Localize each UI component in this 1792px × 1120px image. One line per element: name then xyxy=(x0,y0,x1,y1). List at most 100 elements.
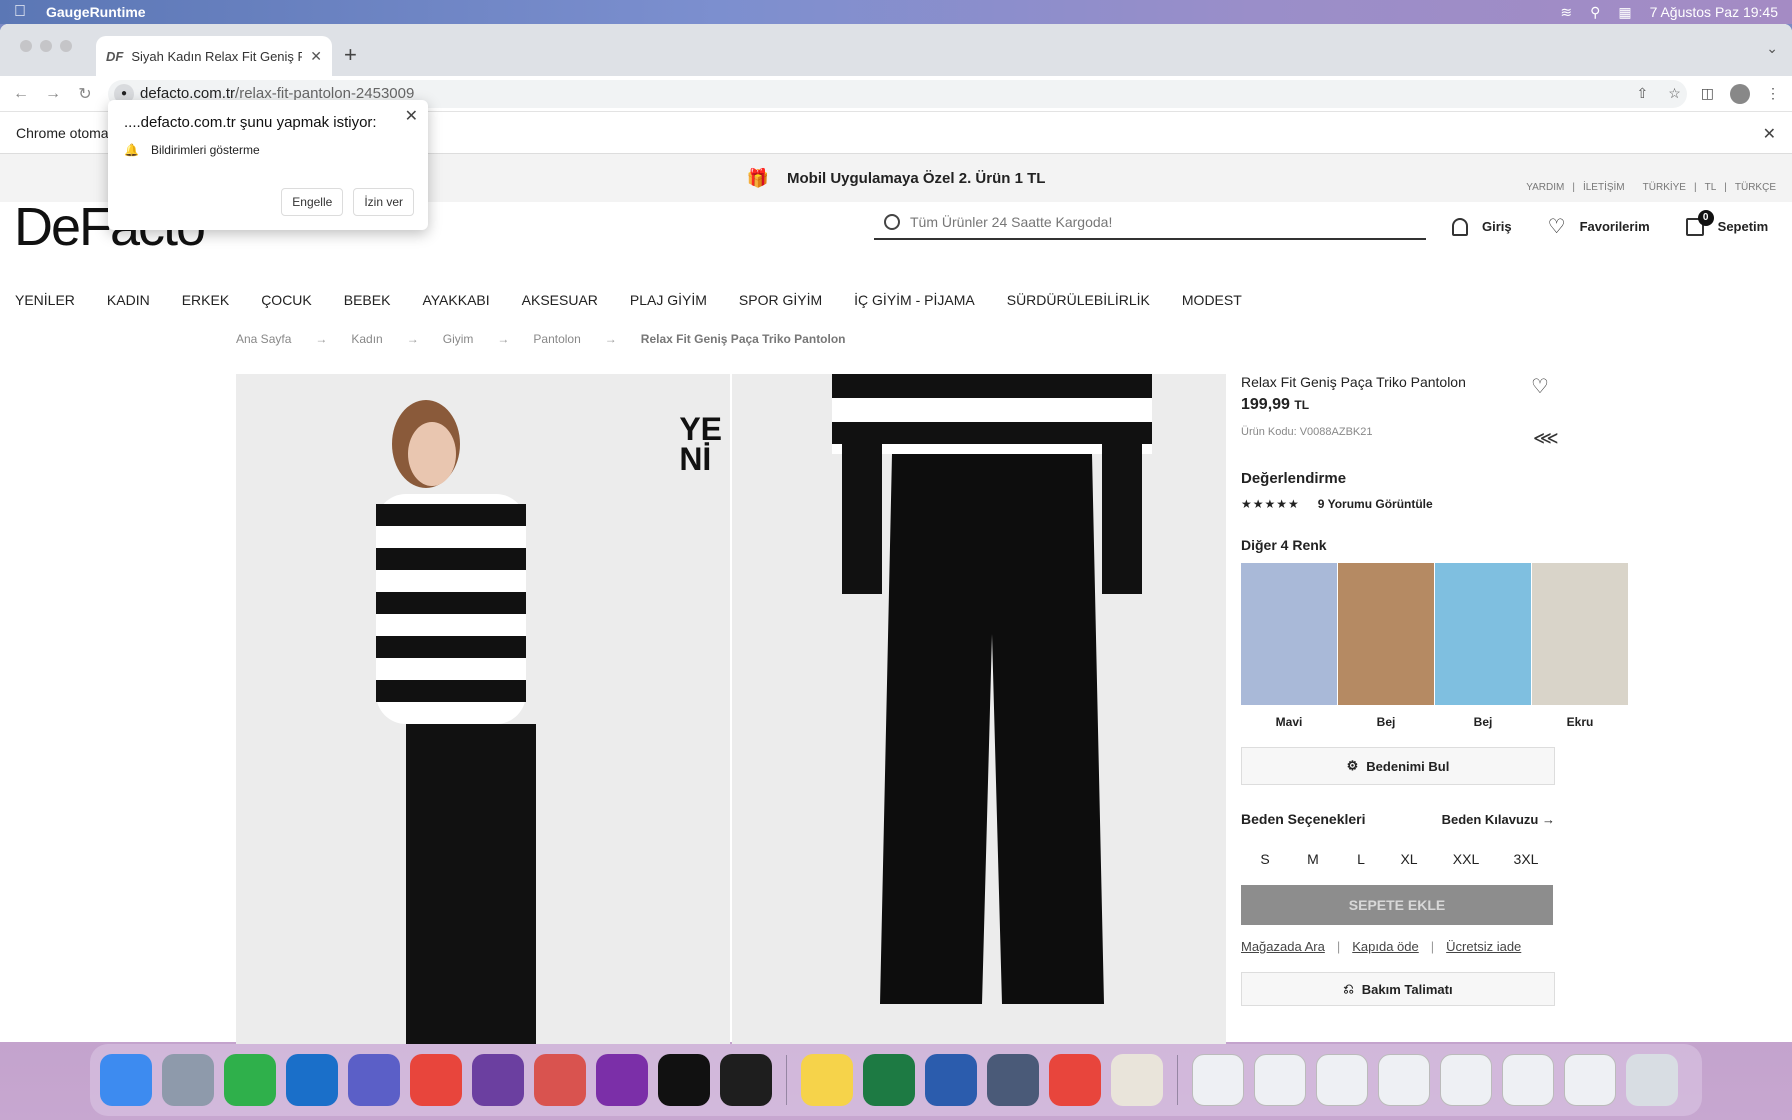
cart-button[interactable]: 0 Sepetim xyxy=(1685,209,1768,236)
contact-link[interactable]: İLETİŞİM xyxy=(1583,182,1625,193)
dock-window-thumbnail[interactable] xyxy=(1316,1054,1368,1106)
infobar-close-icon[interactable]: ✕ xyxy=(1763,124,1776,144)
find-size-button[interactable]: ⚙ Bedenimi Bul xyxy=(1241,747,1555,785)
nav-item[interactable]: YENİLER xyxy=(15,292,75,308)
dock-app-icon[interactable] xyxy=(987,1054,1039,1106)
country-link[interactable]: TÜRKİYE xyxy=(1643,182,1686,193)
back-icon[interactable]: ← xyxy=(12,85,30,103)
favorites-button[interactable]: ♡ Favorilerim xyxy=(1548,214,1650,239)
nav-item[interactable]: İÇ GİYİM - PİJAMA xyxy=(854,292,975,308)
dock-app-icon[interactable] xyxy=(720,1054,772,1106)
dock-window-thumbnail[interactable] xyxy=(1564,1054,1616,1106)
dock-app-icon[interactable] xyxy=(534,1054,586,1106)
size-option[interactable]: 3XL xyxy=(1499,841,1553,877)
currency-link[interactable]: TL xyxy=(1705,182,1717,193)
add-favorite-heart-icon[interactable]: ♡ xyxy=(1531,374,1549,399)
profile-avatar[interactable] xyxy=(1730,83,1750,104)
color-swatch[interactable]: Mavi xyxy=(1241,563,1337,729)
size-guide-link[interactable]: Beden Kılavuzu → xyxy=(1442,812,1555,827)
dock-app-icon[interactable] xyxy=(286,1054,338,1106)
dock-app-icon[interactable] xyxy=(658,1054,710,1106)
breadcrumb-item[interactable]: Giyim xyxy=(443,332,474,346)
product-photo-2[interactable] xyxy=(732,374,1226,1044)
block-button[interactable]: Engelle xyxy=(281,188,344,216)
dock-app-icon[interactable] xyxy=(596,1054,648,1106)
dock-app-icon[interactable] xyxy=(925,1054,977,1106)
dock-window-thumbnail[interactable] xyxy=(1502,1054,1554,1106)
dock-window-thumbnail[interactable] xyxy=(1192,1054,1244,1106)
share-icon[interactable]: ⋘ xyxy=(1533,428,1559,449)
price-value: 199,99 xyxy=(1241,396,1290,413)
forward-icon[interactable]: → xyxy=(44,85,62,103)
active-app-name[interactable]: GaugeRuntime xyxy=(46,4,146,20)
trash-icon[interactable] xyxy=(1626,1054,1678,1106)
breadcrumb-item[interactable]: Pantolon xyxy=(533,332,580,346)
add-to-cart-button[interactable]: SEPETE EKLE xyxy=(1241,885,1553,925)
nav-item[interactable]: AYAKKABI xyxy=(422,292,489,308)
breadcrumb-item[interactable]: Ana Sayfa xyxy=(236,332,291,346)
nav-item[interactable]: ERKEK xyxy=(182,292,229,308)
allow-button[interactable]: İzin ver xyxy=(353,188,414,216)
product-photo-1[interactable]: YE Nİ xyxy=(236,374,730,1044)
close-tab-icon[interactable]: ✕ xyxy=(310,48,322,65)
color-swatch[interactable]: Bej xyxy=(1435,563,1531,729)
dock-app-icon[interactable] xyxy=(100,1054,152,1106)
dock-app-icon[interactable] xyxy=(1111,1054,1163,1106)
nav-item[interactable]: KADIN xyxy=(107,292,150,308)
dock-app-icon[interactable] xyxy=(162,1054,214,1106)
store-search-link[interactable]: Mağazada Ara xyxy=(1241,939,1325,954)
size-option[interactable]: XL xyxy=(1385,841,1433,877)
more-menu-icon[interactable]: ⋮ xyxy=(1766,85,1780,102)
dock-app-icon[interactable] xyxy=(1049,1054,1101,1106)
zoom-window-button[interactable] xyxy=(60,40,72,52)
size-option[interactable]: M xyxy=(1289,841,1337,877)
wifi-icon[interactable]: ≋ xyxy=(1560,4,1572,21)
breadcrumb-item[interactable]: Kadın xyxy=(351,332,382,346)
language-link[interactable]: TÜRKÇE xyxy=(1735,182,1776,193)
nav-item[interactable]: ÇOCUK xyxy=(261,292,312,308)
nav-item[interactable]: SPOR GİYİM xyxy=(739,292,822,308)
reviews-link[interactable]: 9 Yorumu Görüntüle xyxy=(1318,497,1433,511)
login-label: Giriş xyxy=(1482,219,1512,234)
nav-item[interactable]: BEBEK xyxy=(344,292,391,308)
share-page-icon[interactable]: ⇧ xyxy=(1636,85,1648,102)
tab-search-chevron-icon[interactable]: ⌄ xyxy=(1766,40,1778,57)
nav-item[interactable]: AKSESUAR xyxy=(522,292,598,308)
dock-app-icon[interactable] xyxy=(863,1054,915,1106)
dock-app-icon[interactable] xyxy=(801,1054,853,1106)
dock-app-icon[interactable] xyxy=(472,1054,524,1106)
size-option[interactable]: L xyxy=(1337,841,1385,877)
login-button[interactable]: Giriş xyxy=(1452,217,1512,236)
nav-item[interactable]: MODEST xyxy=(1182,292,1242,308)
dock-app-icon[interactable] xyxy=(348,1054,400,1106)
apple-icon[interactable]:  xyxy=(14,3,26,21)
nav-item[interactable]: PLAJ GİYİM xyxy=(630,292,707,308)
side-panel-icon[interactable]: ◫ xyxy=(1701,85,1714,102)
new-tab-icon[interactable]: + xyxy=(344,42,357,68)
help-link[interactable]: YARDIM xyxy=(1526,182,1564,193)
color-swatch[interactable]: Bej xyxy=(1338,563,1434,729)
nav-item[interactable]: SÜRDÜRÜLEBİLİRLİK xyxy=(1007,292,1150,308)
reload-icon[interactable]: ↻ xyxy=(76,84,94,104)
dock-window-thumbnail[interactable] xyxy=(1440,1054,1492,1106)
dock-window-thumbnail[interactable] xyxy=(1378,1054,1430,1106)
bookmark-star-icon[interactable]: ☆ xyxy=(1668,85,1681,102)
care-instructions-button[interactable]: ⎌ Bakım Talimatı xyxy=(1241,972,1555,1006)
clock[interactable]: 7 Ağustos Paz 19:45 xyxy=(1650,4,1778,20)
search-icon[interactable]: ⚲ xyxy=(1590,4,1600,21)
colors-title: Diğer 4 Renk xyxy=(1241,537,1327,553)
pay-at-door-link[interactable]: Kapıda öde xyxy=(1352,939,1419,954)
control-center-icon[interactable]: ▦ xyxy=(1618,4,1631,21)
dock-app-icon[interactable] xyxy=(410,1054,462,1106)
minimize-window-button[interactable] xyxy=(40,40,52,52)
size-option[interactable]: XXL xyxy=(1433,841,1499,877)
tab-active[interactable]: DF Siyah Kadın Relax Fit Geniş Pa ✕ xyxy=(96,36,332,76)
search-input[interactable]: Tüm Ürünler 24 Saatte Kargoda! xyxy=(874,206,1426,240)
popup-close-icon[interactable]: ✕ xyxy=(405,106,418,126)
size-option[interactable]: S xyxy=(1241,841,1289,877)
close-window-button[interactable] xyxy=(20,40,32,52)
dock-app-icon[interactable] xyxy=(224,1054,276,1106)
free-return-link[interactable]: Ücretsiz iade xyxy=(1446,939,1521,954)
dock-window-thumbnail[interactable] xyxy=(1254,1054,1306,1106)
color-swatch[interactable]: Ekru xyxy=(1532,563,1628,729)
